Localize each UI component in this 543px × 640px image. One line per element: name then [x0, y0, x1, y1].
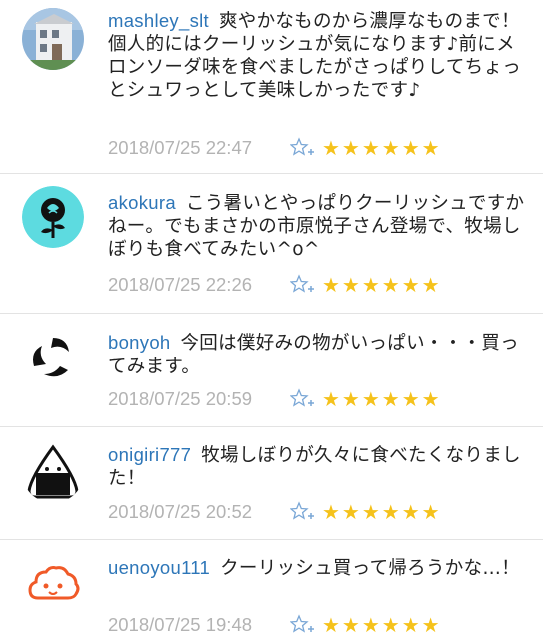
comment-username[interactable]: bonyoh	[108, 332, 171, 353]
comment-timestamp: 2018/07/25 19:48	[108, 614, 253, 635]
rose-avatar-icon	[22, 186, 84, 248]
onigiri-avatar-icon	[22, 441, 84, 503]
comment-item: uenoyou111 クーリッシュ買って帰ろうかな…！ 2018/07/25 19…	[0, 540, 543, 640]
comment-meta: 2018/07/25 22:47 ★★★★★★	[108, 136, 442, 160]
comment-item: mashley_slt 爽やかなものから濃厚なものまで！個人的にはクーリッシュが気…	[0, 0, 543, 174]
user-avatar[interactable]	[22, 326, 84, 388]
comment-meta: 2018/07/25 19:48 ★★★★★★	[108, 613, 442, 637]
comment-text-block: uenoyou111 クーリッシュ買って帰ろうかな…！	[108, 556, 528, 580]
comment-item: onigiri777 牧場しぼりが久々に食べたくなりました！ 2018/07/25…	[0, 427, 543, 540]
cloud-face-avatar-icon	[22, 554, 84, 616]
comment-meta: 2018/07/25 20:59 ★★★★★★	[108, 387, 442, 411]
rating-stars: ★★★★★★	[322, 273, 442, 297]
comment-text-block: onigiri777 牧場しぼりが久々に食べたくなりました！	[108, 443, 528, 490]
comment-text-block: mashley_slt 爽やかなものから濃厚なものまで！個人的にはクーリッシュが気…	[108, 9, 528, 102]
comment-item: bonyoh 今回は僕好みの物がいっぱい・・・買ってみます。 2018/07/25…	[0, 314, 543, 427]
star-plus-icon[interactable]	[290, 137, 316, 159]
comment-username[interactable]: mashley_slt	[108, 10, 209, 31]
comment-username[interactable]: uenoyou111	[108, 557, 210, 578]
star-plus-icon[interactable]	[290, 388, 316, 410]
user-avatar[interactable]	[22, 554, 84, 616]
comment-text: クーリッシュ買って帰ろうかな…！	[220, 558, 520, 579]
comment-meta: 2018/07/25 20:52 ★★★★★★	[108, 500, 442, 524]
comment-timestamp: 2018/07/25 22:26	[108, 274, 253, 295]
comment-text-block: bonyoh 今回は僕好みの物がいっぱい・・・買ってみます。	[108, 331, 528, 378]
house-photo-avatar-icon	[22, 8, 84, 70]
comment-timestamp: 2018/07/25 20:59	[108, 388, 253, 409]
rating-stars: ★★★★★★	[322, 613, 442, 637]
comment-timestamp: 2018/07/25 20:52	[108, 501, 253, 522]
user-avatar[interactable]	[22, 441, 84, 503]
user-avatar[interactable]	[22, 8, 84, 70]
star-plus-icon[interactable]	[290, 614, 316, 636]
comment-meta: 2018/07/25 22:26 ★★★★★★	[108, 273, 442, 297]
rating-stars: ★★★★★★	[322, 500, 442, 524]
rating-stars: ★★★★★★	[322, 387, 442, 411]
comment-username[interactable]: onigiri777	[108, 444, 191, 465]
comment-item: akokura こう暑いとやっぱりクーリッシュですかねー。でもまさかの市原悦子さん…	[0, 174, 543, 314]
user-avatar[interactable]	[22, 186, 84, 248]
comment-username[interactable]: akokura	[108, 192, 176, 213]
star-plus-icon[interactable]	[290, 501, 316, 523]
mitsudomoe-avatar-icon	[22, 326, 84, 388]
star-plus-icon[interactable]	[290, 274, 316, 296]
comment-text-block: akokura こう暑いとやっぱりクーリッシュですかねー。でもまさかの市原悦子さん…	[108, 191, 528, 261]
comment-timestamp: 2018/07/25 22:47	[108, 137, 253, 158]
rating-stars: ★★★★★★	[322, 136, 442, 160]
